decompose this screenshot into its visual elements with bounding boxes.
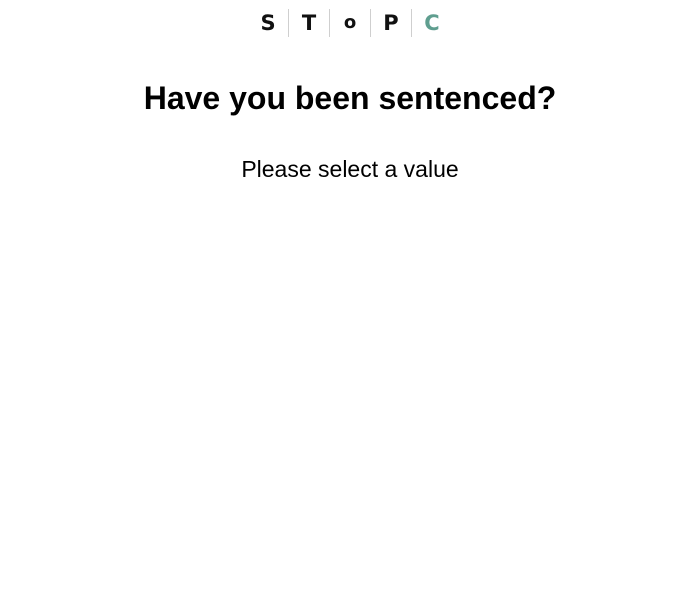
logo-letter-o: O bbox=[343, 12, 357, 33]
logo-letters: S T O P C bbox=[248, 9, 452, 37]
logo-letter-t: T bbox=[301, 11, 317, 35]
stopc-logo: S T O P C bbox=[0, 9, 700, 37]
logo-letter-s: S bbox=[260, 11, 276, 35]
question-prompt: Please select a value bbox=[241, 156, 459, 182]
logo-letter-c: C bbox=[424, 11, 440, 35]
page: S T O P C Have you been sentenced? Pleas… bbox=[0, 0, 700, 600]
logo-letter-p: P bbox=[383, 11, 399, 35]
question-title: Have you been sentenced? bbox=[143, 80, 557, 116]
